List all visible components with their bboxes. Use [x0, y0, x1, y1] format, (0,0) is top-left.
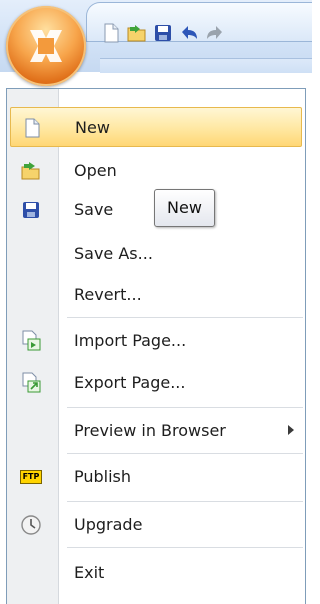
menu-item-preview-in-browser[interactable]: Preview in Browser — [10, 411, 302, 451]
undo-icon[interactable] — [178, 22, 200, 44]
open-folder-icon[interactable] — [126, 22, 148, 44]
save-disk-icon — [20, 199, 42, 221]
menu-separator — [67, 547, 303, 548]
office-orb-icon — [30, 30, 62, 62]
menu-separator — [67, 501, 303, 502]
menu-separator — [67, 453, 303, 454]
import-page-icon — [20, 330, 42, 352]
menu-item-label: Publish — [74, 467, 132, 486]
menu-separator — [67, 407, 303, 408]
new-document-icon[interactable] — [100, 22, 122, 44]
application-menu: New Open Save Save As... Revert... Impor… — [6, 88, 306, 604]
menu-item-exit[interactable]: Exit — [10, 553, 302, 593]
app-menu-button[interactable] — [6, 6, 86, 86]
menu-item-upgrade[interactable]: Upgrade — [10, 505, 302, 545]
menu-item-label: Save — [74, 200, 114, 219]
menu-item-label: Exit — [74, 563, 105, 582]
menu-item-save-as[interactable]: Save As... — [10, 234, 302, 274]
menu-item-label: Upgrade — [74, 515, 143, 534]
ftp-icon: FTP — [20, 470, 42, 484]
export-page-icon — [20, 372, 42, 394]
clock-icon — [20, 514, 42, 536]
menu-item-open[interactable]: Open — [10, 151, 302, 191]
menu-item-label: Import Page... — [74, 331, 187, 350]
tooltip: New — [154, 189, 215, 227]
menu-item-publish[interactable]: FTP Publish — [10, 457, 302, 497]
menu-item-label: Export Page... — [74, 373, 186, 392]
submenu-arrow-icon — [288, 425, 294, 435]
menu-item-revert[interactable]: Revert... — [10, 275, 302, 315]
menu-item-import-page[interactable]: Import Page... — [10, 321, 302, 361]
menu-item-new[interactable]: New — [10, 107, 302, 147]
menu-item-label: Save As... — [74, 244, 153, 263]
save-disk-icon[interactable] — [152, 22, 174, 44]
new-document-icon — [21, 117, 43, 139]
menu-item-label: Open — [74, 161, 117, 180]
redo-icon[interactable] — [204, 22, 226, 44]
ribbon-tab-strip — [100, 58, 312, 73]
menu-item-label: Preview in Browser — [74, 421, 226, 440]
menu-item-label: Revert... — [74, 285, 142, 304]
menu-item-export-page[interactable]: Export Page... — [10, 363, 302, 403]
menu-item-label: New — [75, 118, 110, 137]
open-folder-icon — [20, 160, 42, 182]
menu-separator — [67, 317, 303, 318]
